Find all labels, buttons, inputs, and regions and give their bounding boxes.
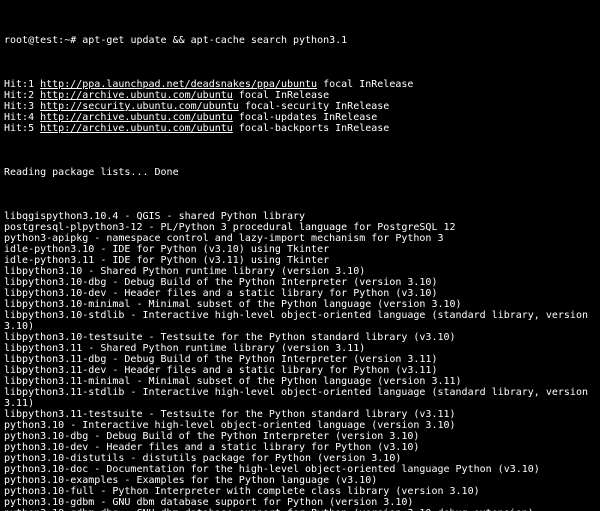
- package-line: python3.10-full - Python Interpreter wit…: [4, 486, 596, 497]
- apt-hit-line: Hit:4 http://archive.ubuntu.com/ubuntu f…: [4, 112, 596, 123]
- apt-hit-line: Hit:1 http://ppa.launchpad.net/deadsnake…: [4, 79, 596, 90]
- package-line: libpython3.10-dbg - Debug Build of the P…: [4, 277, 596, 288]
- package-line: libqgispython3.10.4 - QGIS - shared Pyth…: [4, 211, 596, 222]
- package-line: libpython3.10-minimal - Minimal subset o…: [4, 299, 596, 310]
- repo-url: http://archive.ubuntu.com/ubuntu: [40, 112, 233, 123]
- repo-url: http://archive.ubuntu.com/ubuntu: [40, 90, 233, 101]
- package-line: python3.10-examples - Examples for the P…: [4, 475, 596, 486]
- repo-url: http://security.ubuntu.com/ubuntu: [40, 101, 239, 112]
- package-line: libpython3.11-dev - Header files and a s…: [4, 365, 596, 376]
- package-line: libpython3.10-dev - Header files and a s…: [4, 288, 596, 299]
- package-line: libpython3.11-dbg - Debug Build of the P…: [4, 354, 596, 365]
- package-line: idle-python3.11 - IDE for Python (v3.11)…: [4, 255, 596, 266]
- command-text: apt-get update && apt-cache search pytho…: [82, 35, 347, 46]
- package-line: libpython3.11-testsuite - Testsuite for …: [4, 409, 596, 420]
- package-line: libpython3.11-minimal - Minimal subset o…: [4, 376, 596, 387]
- package-line: libpython3.10-testsuite - Testsuite for …: [4, 332, 596, 343]
- package-line: python3-apipkg - namespace control and l…: [4, 233, 596, 244]
- apt-hit-line: Hit:3 http://security.ubuntu.com/ubuntu …: [4, 101, 596, 112]
- package-line: python3.10-doc - Documentation for the h…: [4, 464, 596, 475]
- terminal[interactable]: root@test:~# apt-get update && apt-cache…: [0, 0, 600, 511]
- package-line: python3.10-dev - Header files and a stat…: [4, 442, 596, 453]
- package-line: python3.10 - Interactive high-level obje…: [4, 420, 596, 431]
- package-line: python3.10-distutils - distutils package…: [4, 453, 596, 464]
- repo-url: http://archive.ubuntu.com/ubuntu: [40, 123, 233, 134]
- package-line: libpython3.11 - Shared Python runtime li…: [4, 343, 596, 354]
- apt-hit-line: Hit:5 http://archive.ubuntu.com/ubuntu f…: [4, 123, 596, 134]
- package-line: libpython3.10-stdlib - Interactive high-…: [4, 310, 596, 332]
- package-line: idle-python3.10 - IDE for Python (v3.10)…: [4, 244, 596, 255]
- package-line: libpython3.10 - Shared Python runtime li…: [4, 266, 596, 277]
- package-line: python3.10-gdbm - GNU dbm database suppo…: [4, 497, 596, 508]
- package-line: postgresql-plpython3-12 - PL/Python 3 pr…: [4, 222, 596, 233]
- reading-line: Reading package lists... Done: [4, 167, 596, 178]
- apt-hit-line: Hit:2 http://archive.ubuntu.com/ubuntu f…: [4, 90, 596, 101]
- shell-prompt: root@test:~#: [4, 35, 76, 46]
- package-line: libpython3.11-stdlib - Interactive high-…: [4, 387, 596, 409]
- repo-url: http://ppa.launchpad.net/deadsnakes/ppa/…: [40, 79, 317, 90]
- command-line: root@test:~# apt-get update && apt-cache…: [4, 35, 596, 46]
- package-line: python3.10-dbg - Debug Build of the Pyth…: [4, 431, 596, 442]
